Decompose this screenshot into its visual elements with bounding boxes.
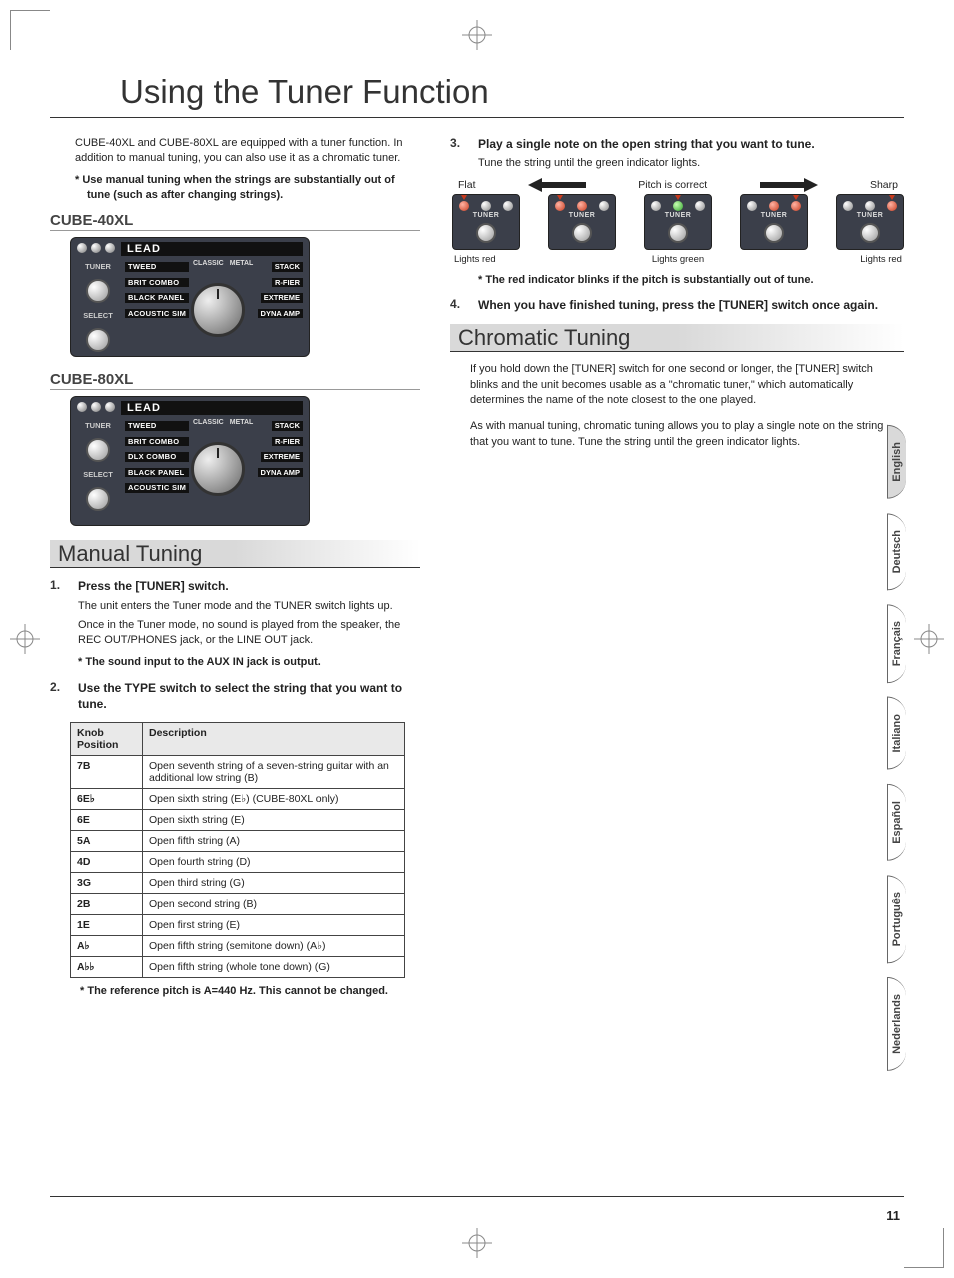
cell-knob: 1E [71,915,143,936]
chromatic-tuning-heading: Chromatic Tuning [450,324,904,352]
language-tab-deutsch[interactable]: Deutsch [887,513,906,590]
caption-lights-red-r: Lights red [860,254,902,265]
two-column-layout: CUBE-40XL and CUBE-80XL are equipped wit… [50,136,904,1005]
cell-knob: 4D [71,852,143,873]
table-row: 2BOpen second string (B) [71,894,405,915]
step-4-head: When you have finished tuning, press the… [478,297,904,313]
cell-knob: 5A [71,831,143,852]
title-rule [50,117,904,118]
step-2: Use the TYPE switch to select the string… [50,680,420,712]
table-row: 5AOpen fifth string (A) [71,831,405,852]
table-row: A♭♭Open fifth string (whole tone down) (… [71,957,405,978]
crop-mark-tl [10,10,50,50]
arrow-right-icon [760,178,818,192]
knob-position-table: Knob Position Description 7BOpen seventh… [70,722,405,978]
language-tab-français[interactable]: Français [887,604,906,683]
table-header-knob: Knob Position [71,723,143,756]
tuner-indicator-block: TUNER [740,194,808,250]
registration-mark-left [10,624,40,654]
step-1-body-2: Once in the Tuner mode, no sound is play… [78,618,420,649]
tuner-indicator-block: TUNER [452,194,520,250]
table-row: 7BOpen seventh string of a seven-string … [71,756,405,789]
registration-mark-top [462,20,492,50]
cell-desc: Open fifth string (semitone down) (A♭) [143,936,405,957]
step-1-head: Press the [TUNER] switch. [78,578,420,594]
right-column: Play a single note on the open string th… [450,136,904,1005]
device-80xl-label: CUBE-80XL [50,371,420,390]
device-40xl-label: CUBE-40XL [50,212,420,231]
language-tab-português[interactable]: Português [887,875,906,963]
language-tab-italiano[interactable]: Italiano [887,697,906,770]
cell-desc: Open first string (E) [143,915,405,936]
tuner-indicator-block: TUNER [548,194,616,250]
registration-mark-bottom [462,1228,492,1258]
caption-lights-green: Lights green [652,254,704,265]
step-3-head: Play a single note on the open string th… [478,136,904,152]
label-correct: Pitch is correct [638,179,707,191]
registration-mark-right [914,624,944,654]
table-header-desc: Description [143,723,405,756]
cell-desc: Open seventh string of a seven-string gu… [143,756,405,789]
step-4: When you have finished tuning, press the… [450,297,904,313]
cell-desc: Open third string (G) [143,873,405,894]
cell-knob: 7B [71,756,143,789]
language-tab-english[interactable]: English [887,425,906,499]
step-1: Press the [TUNER] switch. The unit enter… [50,578,420,669]
page-content: Using the Tuner Function CUBE-40XL and C… [50,55,904,1223]
table-row: 4DOpen fourth string (D) [71,852,405,873]
tuner-indicator-figure: Flat Pitch is correct Sharp TUNER TUNER TU… [452,178,904,265]
cell-desc: Open second string (B) [143,894,405,915]
language-tabs: English Deutsch Français Italiano Español Por… [887,425,906,1071]
step-3-note: The red indicator blinks if the pitch is… [478,273,904,288]
page-title: Using the Tuner Function [120,73,904,111]
cell-knob: 6E [71,810,143,831]
step-1-note: The sound input to the AUX IN jack is ou… [78,655,420,670]
tuner-indicator-block: TUNER [644,194,712,250]
label-sharp: Sharp [870,179,898,191]
crop-mark-br [904,1228,944,1268]
cell-desc: Open fifth string (whole tone down) (G) [143,957,405,978]
step-3-body: Tune the string until the green indicato… [478,156,904,171]
manual-tuning-heading: Manual Tuning [50,540,420,568]
cell-desc: Open fifth string (A) [143,831,405,852]
chromatic-p2: As with manual tuning, chromatic tuning … [470,419,904,451]
step-list-right: Play a single note on the open string th… [450,136,904,314]
tuner-indicator-block: TUNER [836,194,904,250]
intro-note: Use manual tuning when the strings are s… [75,173,420,203]
chromatic-p1: If you hold down the [TUNER] switch for … [470,362,904,410]
panel-cube-80xl: LEAD TUNERSELECT TWEEDBRIT COMBODLX COMB… [70,396,310,526]
step-list-left: Press the [TUNER] switch. The unit enter… [50,578,420,712]
step-3: Play a single note on the open string th… [450,136,904,287]
step-1-body-1: The unit enters the Tuner mode and the T… [78,599,420,614]
cell-desc: Open sixth string (E) [143,810,405,831]
cell-knob: 3G [71,873,143,894]
table-row: 6EOpen sixth string (E) [71,810,405,831]
step-2-head: Use the TYPE switch to select the string… [78,680,420,712]
footer-rule [50,1196,904,1197]
cell-desc: Open sixth string (E♭) (CUBE-80XL only) [143,789,405,810]
cell-desc: Open fourth string (D) [143,852,405,873]
cell-knob: 6E♭ [71,789,143,810]
table-row: A♭Open fifth string (semitone down) (A♭) [71,936,405,957]
caption-lights-red-l: Lights red [454,254,496,265]
cell-knob: 2B [71,894,143,915]
arrow-left-icon [528,178,586,192]
table-row: 6E♭Open sixth string (E♭) (CUBE-80XL onl… [71,789,405,810]
cell-knob: A♭♭ [71,957,143,978]
language-tab-español[interactable]: Español [887,784,906,861]
table-note: The reference pitch is A=440 Hz. This ca… [80,984,420,999]
intro-text: CUBE-40XL and CUBE-80XL are equipped wit… [75,136,420,167]
panel-cube-40xl: LEAD TUNERSELECT TWEEDBRIT COMBOBLACK PA… [70,237,310,357]
table-row: 3GOpen third string (G) [71,873,405,894]
language-tab-nederlands[interactable]: Nederlands [887,977,906,1071]
page-number: 11 [886,1208,900,1223]
left-column: CUBE-40XL and CUBE-80XL are equipped wit… [50,136,420,1005]
table-row: 1EOpen first string (E) [71,915,405,936]
cell-knob: A♭ [71,936,143,957]
label-flat: Flat [458,179,476,191]
